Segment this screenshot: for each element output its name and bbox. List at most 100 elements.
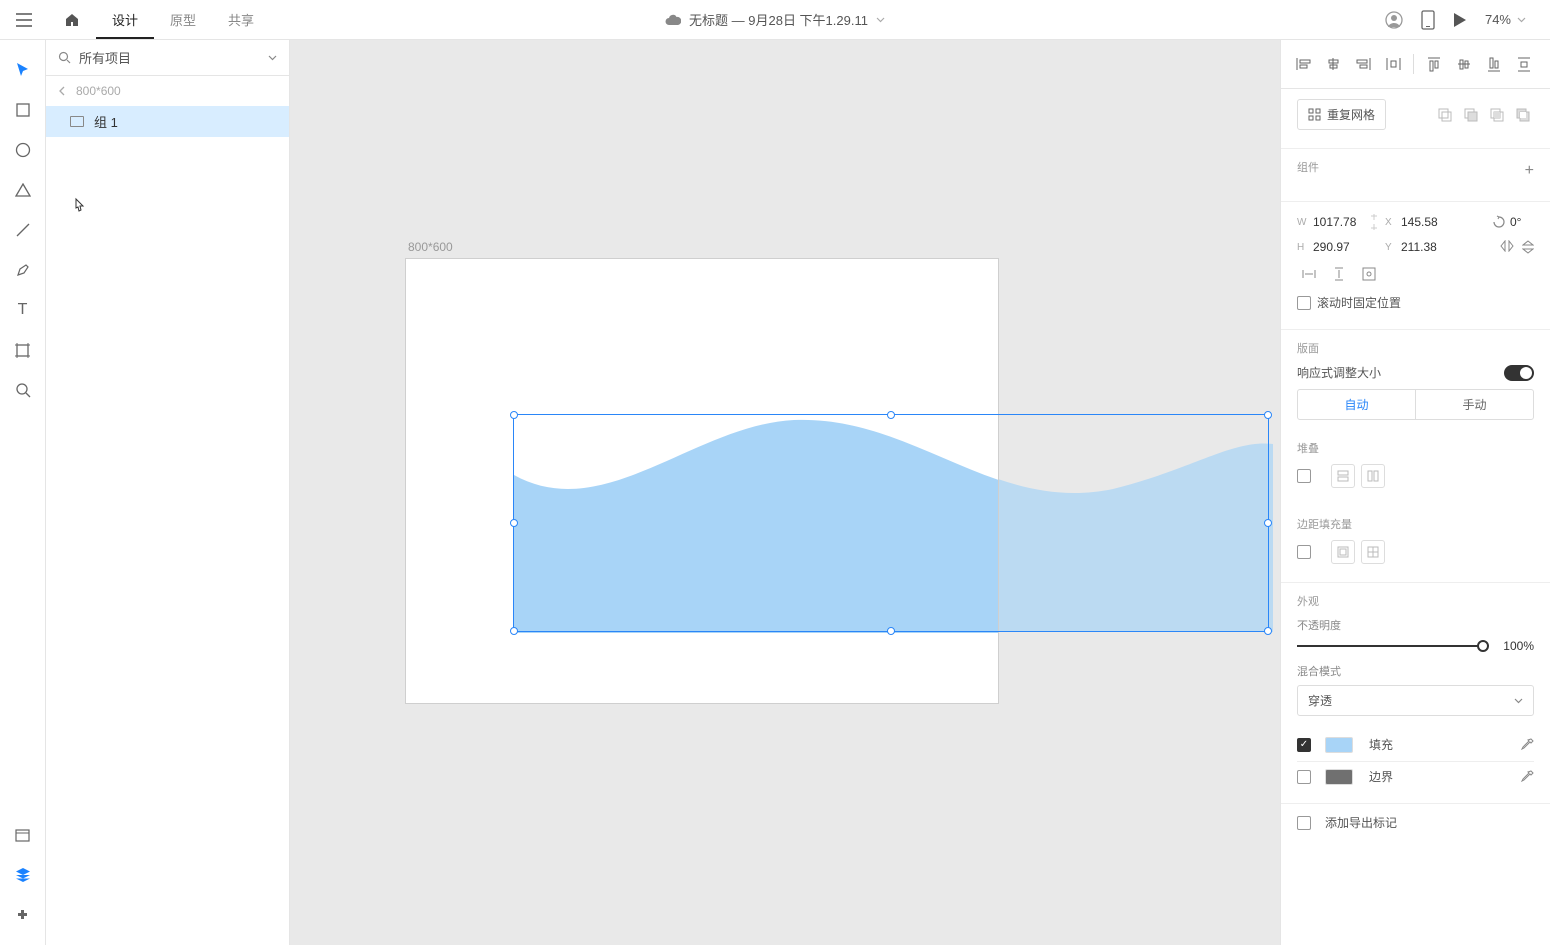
blend-mode-select[interactable]: 穿透 <box>1297 685 1534 716</box>
eyedropper-icon[interactable] <box>1520 770 1534 784</box>
align-right-icon[interactable] <box>1349 50 1377 78</box>
topbar-right: 74% <box>1385 10 1550 30</box>
wave-shape[interactable] <box>514 415 999 633</box>
align-hcenter-icon[interactable] <box>1319 50 1347 78</box>
stack-v-icon[interactable] <box>1331 464 1355 488</box>
zoom-tool[interactable] <box>0 370 46 410</box>
tab-design[interactable]: 设计 <box>96 0 154 39</box>
flip-h-icon[interactable] <box>1500 240 1514 252</box>
export-checkbox[interactable] <box>1297 816 1311 830</box>
add-component-button[interactable]: + <box>1525 162 1534 180</box>
repeat-grid-label: 重复网格 <box>1327 106 1375 123</box>
home-icon[interactable] <box>48 0 96 39</box>
chevron-down-icon <box>268 55 277 61</box>
grid-icon <box>1308 108 1321 121</box>
text-tool[interactable]: T <box>0 290 46 330</box>
height-input[interactable]: 290.97 <box>1313 240 1363 254</box>
fill-swatch[interactable] <box>1325 737 1353 753</box>
artboard[interactable] <box>405 258 999 704</box>
tab-share[interactable]: 共享 <box>212 0 270 39</box>
device-icon[interactable] <box>1421 10 1435 30</box>
resize-auto-button[interactable]: 自动 <box>1298 390 1415 419</box>
rotation-input[interactable]: 0° <box>1492 215 1534 229</box>
layers-panel-icon[interactable] <box>0 855 46 895</box>
play-icon[interactable] <box>1453 12 1467 28</box>
padding-same-icon[interactable] <box>1331 540 1355 564</box>
opacity-value[interactable]: 100% <box>1503 639 1534 653</box>
boolean-exclude-icon[interactable] <box>1512 104 1534 126</box>
stack-h-icon[interactable] <box>1361 464 1385 488</box>
align-hgap-icon[interactable] <box>1379 50 1407 78</box>
border-label: 边界 <box>1369 768 1393 785</box>
tab-prototype[interactable]: 原型 <box>154 0 212 39</box>
menu-icon[interactable] <box>0 0 48 39</box>
link-wh-icon[interactable] <box>1369 212 1379 232</box>
constraint-height-icon[interactable] <box>1327 262 1351 286</box>
select-tool[interactable] <box>0 50 46 90</box>
stack-checkbox[interactable] <box>1297 469 1311 483</box>
responsive-label: 响应式调整大小 <box>1297 364 1381 381</box>
rectangle-tool[interactable] <box>0 90 46 130</box>
eyedropper-icon[interactable] <box>1520 738 1534 752</box>
polygon-tool[interactable] <box>0 170 46 210</box>
align-top-icon[interactable] <box>1420 50 1448 78</box>
x-input[interactable]: 145.58 <box>1401 215 1451 229</box>
canvas[interactable]: 800*600 <box>290 40 1280 945</box>
breadcrumb-label: 800*600 <box>76 84 121 98</box>
stack-label: 堆叠 <box>1297 440 1534 456</box>
opacity-slider[interactable] <box>1297 645 1483 647</box>
constraint-both-icon[interactable] <box>1357 262 1381 286</box>
ellipse-tool[interactable] <box>0 130 46 170</box>
cloud-icon <box>665 14 681 26</box>
line-tool[interactable] <box>0 210 46 250</box>
boolean-intersect-icon[interactable] <box>1486 104 1508 126</box>
document-title[interactable]: 无标题 — 9月28日 下午1.29.11 <box>665 10 885 29</box>
zoom-control[interactable]: 74% <box>1485 12 1526 27</box>
artboard-tool[interactable] <box>0 330 46 370</box>
border-checkbox[interactable] <box>1297 770 1311 784</box>
boolean-subtract-icon[interactable] <box>1460 104 1482 126</box>
layer-breadcrumb[interactable]: 800*600 <box>46 76 289 106</box>
artboard-label[interactable]: 800*600 <box>408 240 453 254</box>
fix-scroll-checkbox[interactable] <box>1297 296 1311 310</box>
padding-separate-icon[interactable] <box>1361 540 1385 564</box>
cursor-pointer-icon <box>72 197 88 217</box>
align-left-icon[interactable] <box>1289 50 1317 78</box>
align-vcenter-icon[interactable] <box>1450 50 1478 78</box>
panel-filter[interactable]: 所有项目 <box>46 40 289 76</box>
pen-tool[interactable] <box>0 250 46 290</box>
filter-label: 所有项目 <box>79 48 260 67</box>
align-bottom-icon[interactable] <box>1480 50 1508 78</box>
width-input[interactable]: 1017.78 <box>1313 215 1363 229</box>
plugins-panel-icon[interactable] <box>0 895 46 935</box>
resize-manual-button[interactable]: 手动 <box>1415 390 1533 419</box>
responsive-toggle[interactable] <box>1504 365 1534 381</box>
scroll-label: 边距填充量 <box>1297 516 1534 532</box>
properties-panel: 重复网格 组件 + W1017.78 X145.58 0° H <box>1280 40 1550 945</box>
constraint-width-icon[interactable] <box>1297 262 1321 286</box>
chevron-left-icon <box>58 86 66 96</box>
boolean-ops <box>1434 104 1534 126</box>
assets-panel-icon[interactable] <box>0 815 46 855</box>
components-label: 组件 <box>1297 159 1319 175</box>
border-swatch[interactable] <box>1325 769 1353 785</box>
rotate-icon <box>1492 215 1506 229</box>
top-bar: 设计 原型 共享 无标题 — 9月28日 下午1.29.11 74% <box>0 0 1550 40</box>
flip-v-icon[interactable] <box>1522 240 1534 254</box>
boolean-add-icon[interactable] <box>1434 104 1456 126</box>
repeat-grid-button[interactable]: 重复网格 <box>1297 99 1386 130</box>
layer-item-group1[interactable]: 组 1 <box>46 106 289 137</box>
y-input[interactable]: 211.38 <box>1401 240 1451 254</box>
zoom-value: 74% <box>1485 12 1511 27</box>
resize-mode-segment[interactable]: 自动 手动 <box>1297 389 1534 420</box>
document-title-text: 无标题 — 9月28日 下午1.29.11 <box>689 10 868 29</box>
chevron-down-icon <box>1517 17 1526 23</box>
opacity-label: 不透明度 <box>1297 620 1341 632</box>
align-vgap-icon[interactable] <box>1510 50 1538 78</box>
fill-checkbox[interactable]: ✓ <box>1297 738 1311 752</box>
padding-checkbox[interactable] <box>1297 545 1311 559</box>
wave-shape-overflow <box>999 414 1273 632</box>
search-icon <box>58 51 71 64</box>
profile-icon[interactable] <box>1385 11 1403 29</box>
topbar-left: 设计 原型 共享 <box>0 0 270 39</box>
